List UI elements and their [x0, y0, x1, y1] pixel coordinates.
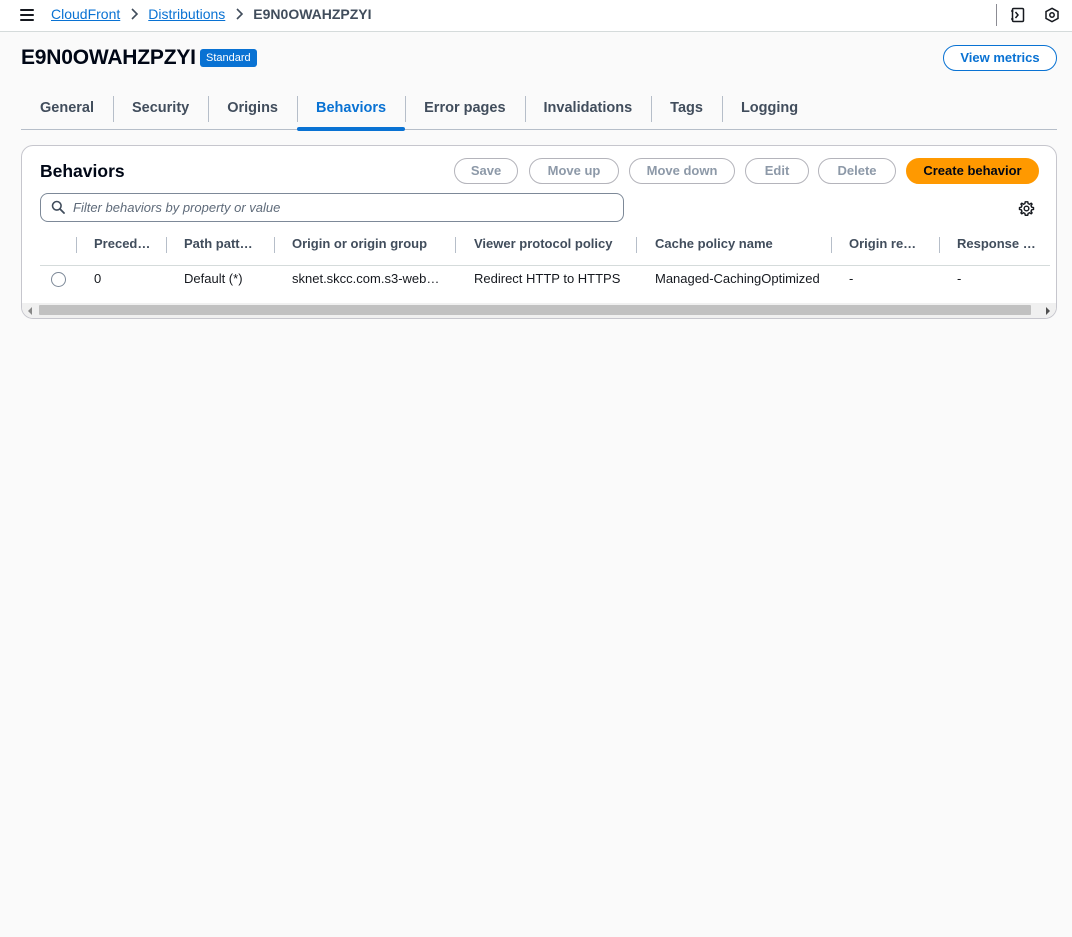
- behaviors-panel: Behaviors Save Move up Move down Edit De…: [21, 145, 1057, 319]
- breadcrumb-link-cloudfront[interactable]: CloudFront: [51, 6, 120, 22]
- tab-behaviors[interactable]: Behaviors: [297, 94, 406, 131]
- create-behavior-button[interactable]: Create behavior: [906, 158, 1039, 184]
- scroll-right-arrow-icon[interactable]: [1046, 307, 1050, 315]
- notes-icon[interactable]: [1010, 7, 1026, 23]
- column-divider: [76, 237, 77, 253]
- column-header-precedence[interactable]: Preced…: [94, 232, 156, 265]
- scroll-left-arrow-icon[interactable]: [28, 307, 32, 315]
- column-header-path-pattern[interactable]: Path patt…: [184, 232, 264, 265]
- edit-button[interactable]: Edit: [745, 158, 809, 184]
- settings-gear-icon[interactable]: [1018, 200, 1035, 217]
- column-divider: [166, 237, 167, 253]
- cell-origin: sknet.skcc.com.s3-web…: [292, 271, 440, 286]
- chevron-right-icon: [225, 8, 253, 20]
- table-header: Preced… Path patt… Origin or origin grou…: [40, 232, 1050, 266]
- column-header-viewer-protocol-policy[interactable]: Viewer protocol policy: [474, 232, 634, 265]
- filter-input[interactable]: [73, 194, 613, 220]
- tab-invalidations[interactable]: Invalidations: [524, 94, 652, 130]
- cell-path-pattern: Default (*): [184, 271, 243, 286]
- column-header-origin-request-policy[interactable]: Origin re…: [849, 232, 929, 265]
- column-divider: [939, 237, 940, 253]
- breadcrumb: CloudFront Distributions E9N0OWAHZPZYI: [51, 6, 372, 22]
- breadcrumb-current: E9N0OWAHZPZYI: [253, 6, 372, 22]
- cell-viewer-protocol-policy: Redirect HTTP to HTTPS: [474, 271, 621, 286]
- breadcrumb-link-distributions[interactable]: Distributions: [148, 6, 225, 22]
- cell-response-headers-policy: -: [957, 271, 962, 286]
- tab-error-pages[interactable]: Error pages: [405, 94, 524, 130]
- search-icon: [51, 200, 65, 214]
- column-divider: [831, 237, 832, 253]
- view-metrics-button[interactable]: View metrics: [943, 45, 1057, 71]
- row-select-radio[interactable]: [51, 272, 66, 287]
- table-row[interactable]: 0 Default (*) sknet.skcc.com.s3-web… Red…: [40, 266, 1050, 300]
- column-divider: [274, 237, 275, 253]
- tab-security[interactable]: Security: [113, 94, 208, 130]
- move-down-button[interactable]: Move down: [629, 158, 735, 184]
- column-divider: [636, 237, 637, 253]
- help-hexagon-icon[interactable]: [1044, 7, 1060, 23]
- tab-list: General Security Origins Behaviors Error…: [21, 94, 1057, 131]
- column-divider: [455, 237, 456, 253]
- cell-precedence: 0: [94, 271, 102, 286]
- move-up-button[interactable]: Move up: [529, 158, 619, 184]
- tab-origins[interactable]: Origins: [208, 94, 297, 130]
- chevron-right-icon: [120, 8, 148, 20]
- menu-icon[interactable]: [20, 9, 34, 21]
- delete-button[interactable]: Delete: [818, 158, 896, 184]
- cell-origin-request-policy: -: [849, 271, 854, 286]
- column-header-origin[interactable]: Origin or origin group: [292, 232, 452, 265]
- tab-tags[interactable]: Tags: [651, 94, 722, 130]
- column-header-response-headers-policy[interactable]: Response …: [957, 232, 1045, 265]
- status-badge: Standard: [200, 49, 257, 67]
- toolbar-divider: [996, 4, 997, 26]
- panel-title: Behaviors: [40, 161, 125, 181]
- column-header-cache-policy-name[interactable]: Cache policy name: [655, 232, 825, 265]
- cell-cache-policy-name: Managed-CachingOptimized: [655, 271, 820, 286]
- scrollbar-thumb[interactable]: [39, 305, 1031, 315]
- filter-box: [40, 193, 624, 222]
- top-navigation-bar: CloudFront Distributions E9N0OWAHZPZYI: [0, 0, 1072, 32]
- tab-logging[interactable]: Logging: [721, 94, 817, 130]
- tab-general[interactable]: General: [21, 94, 113, 130]
- page-title: E9N0OWAHZPZYI: [21, 46, 196, 69]
- save-button[interactable]: Save: [454, 158, 518, 184]
- horizontal-scrollbar[interactable]: [22, 303, 1056, 318]
